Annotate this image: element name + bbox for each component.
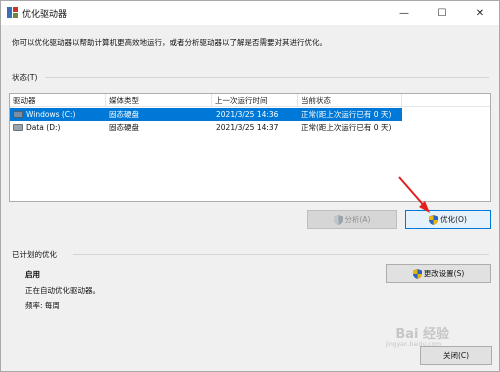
optimize-button-label: 优化(O) bbox=[440, 215, 467, 224]
last-run-time: 2021/3/25 14:36 bbox=[216, 110, 279, 119]
optimize-drives-window: 优化驱动器 — ☐ ✕ 你可以优化驱动器以帮助计算机更高效地运行，或者分析驱动器… bbox=[0, 0, 500, 372]
listview-header: 驱动器 媒体类型 上一次运行时间 当前状态 bbox=[10, 94, 490, 107]
column-header-media-type[interactable]: 媒体类型 bbox=[106, 94, 212, 107]
status-label: 状态(T) bbox=[12, 73, 38, 82]
uac-shield-icon bbox=[412, 268, 422, 279]
watermark-url: jingyan.baidu.com bbox=[385, 341, 441, 348]
current-status: 正常(距上次运行已有 0 天) bbox=[301, 110, 392, 119]
defrag-app-icon bbox=[7, 7, 18, 18]
schedule-detail: 正在自动优化驱动器。 bbox=[25, 286, 100, 295]
drive-name: Data (D:) bbox=[26, 123, 61, 132]
optimize-button[interactable]: 优化(O) bbox=[405, 210, 491, 229]
column-header-drive[interactable]: 驱动器 bbox=[10, 94, 106, 107]
uac-shield-icon bbox=[429, 214, 439, 225]
watermark-logo: Bai 经验 bbox=[395, 327, 449, 342]
uac-shield-icon bbox=[333, 214, 343, 225]
media-type: 固态硬盘 bbox=[109, 123, 139, 132]
column-header-current-status[interactable]: 当前状态 bbox=[298, 94, 402, 107]
maximize-button[interactable]: ☐ bbox=[423, 1, 461, 25]
scheduled-optimization-label: 已计划的优化 bbox=[12, 250, 57, 259]
current-status: 正常(距上次运行已有 0 天) bbox=[301, 123, 392, 132]
drive-icon bbox=[13, 111, 23, 118]
schedule-state: 启用 bbox=[25, 270, 40, 279]
drive-icon bbox=[13, 124, 23, 131]
title-bar: 优化驱动器 — ☐ ✕ bbox=[1, 1, 499, 25]
drive-name: Windows (C:) bbox=[26, 110, 76, 119]
last-run-time: 2021/3/25 14:37 bbox=[216, 123, 279, 132]
drive-row-d[interactable]: Data (D:) 固态硬盘 2021/3/25 14:37 正常(距上次运行已… bbox=[10, 121, 402, 134]
scheduled-divider bbox=[73, 254, 489, 255]
close-window-button[interactable]: ✕ bbox=[461, 1, 499, 25]
description-text: 你可以优化驱动器以帮助计算机更高效地运行，或者分析驱动器以了解是否需要对其进行优… bbox=[12, 38, 327, 47]
status-divider bbox=[45, 77, 489, 78]
minimize-button[interactable]: — bbox=[385, 1, 423, 25]
schedule-frequency: 频率: 每周 bbox=[25, 301, 60, 310]
analyze-button-label: 分析(A) bbox=[344, 215, 371, 224]
change-settings-button[interactable]: 更改设置(S) bbox=[386, 264, 491, 283]
media-type: 固态硬盘 bbox=[109, 110, 139, 119]
column-header-last-run[interactable]: 上一次运行时间 bbox=[212, 94, 298, 107]
window-title: 优化驱动器 bbox=[22, 10, 68, 20]
close-button[interactable]: 关闭(C) bbox=[420, 346, 492, 365]
change-settings-label: 更改设置(S) bbox=[423, 269, 465, 278]
drive-row-c[interactable]: Windows (C:) 固态硬盘 2021/3/25 14:36 正常(距上次… bbox=[10, 108, 402, 121]
close-button-label: 关闭(C) bbox=[442, 351, 470, 360]
drives-listview[interactable]: 驱动器 媒体类型 上一次运行时间 当前状态 Windows (C:) 固态硬盘 … bbox=[9, 93, 491, 202]
analyze-button[interactable]: 分析(A) bbox=[307, 210, 397, 229]
